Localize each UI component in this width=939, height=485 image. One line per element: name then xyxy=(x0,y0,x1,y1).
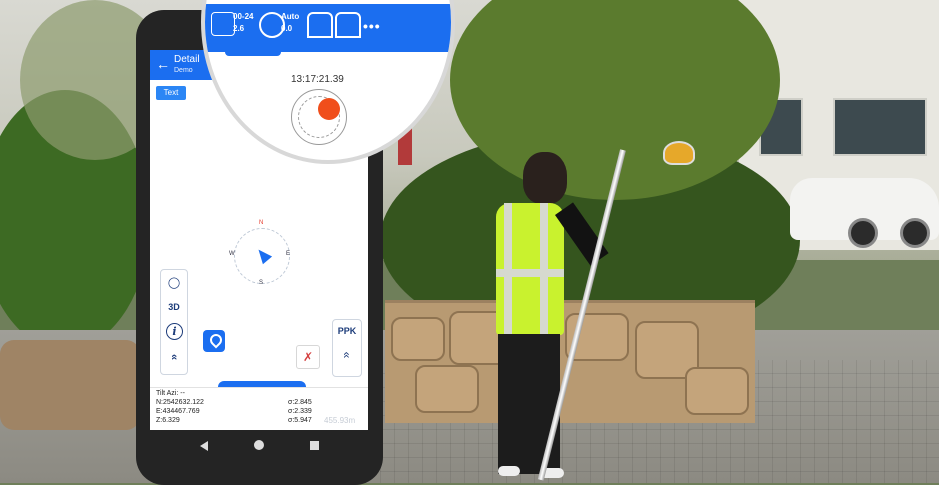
locate-pin-icon xyxy=(207,331,225,349)
sigma-n: σ:2.845 xyxy=(288,399,312,406)
compass-north: N xyxy=(259,220,264,226)
rover-antenna-status[interactable] xyxy=(335,10,361,46)
easting-value: E:434467.769 xyxy=(156,408,200,415)
person-marker-icon[interactable]: ◯ xyxy=(164,273,184,293)
stone-wall-left xyxy=(0,340,140,430)
bubble-level xyxy=(291,89,347,145)
locate-button[interactable] xyxy=(203,330,225,352)
erase-icon[interactable]: ✗ xyxy=(296,345,320,369)
page-title: Detail xyxy=(174,54,200,65)
ppk-panel: PPK « xyxy=(332,319,362,377)
height-value: Z:6.329 xyxy=(156,417,180,424)
rover-antenna-icon xyxy=(335,12,361,38)
info-icon[interactable]: i xyxy=(166,323,183,340)
compass-east: E xyxy=(286,251,291,257)
mode-status[interactable]: Auto 0.0 xyxy=(259,10,305,46)
nav-back-icon[interactable] xyxy=(200,441,208,451)
northing-value: N:2542632.122 xyxy=(156,399,204,406)
3d-view-button[interactable]: 3D xyxy=(164,297,184,317)
compass: N E S W xyxy=(229,220,291,286)
nav-home-icon[interactable] xyxy=(254,440,264,450)
distance-readout: 455.93m xyxy=(324,416,356,425)
satellite-count: 00-24 xyxy=(233,12,254,21)
base-antenna-status[interactable] xyxy=(307,10,333,46)
status-toolbar: 00-24 2.6 Auto 0.0 ••• xyxy=(205,4,451,52)
compass-needle-icon xyxy=(253,245,273,265)
stone xyxy=(685,367,749,415)
car-wheel xyxy=(848,218,878,248)
toolbar-handle xyxy=(225,52,281,56)
compass-west: W xyxy=(229,251,235,257)
mode-label: Auto xyxy=(281,12,300,21)
person-legs xyxy=(498,334,560,474)
antenna-icon xyxy=(307,12,333,38)
clock-readout: 13:17:21.39 xyxy=(291,74,344,85)
text-button[interactable]: Text xyxy=(156,86,186,100)
parked-car xyxy=(790,178,939,248)
back-arrow-icon[interactable]: ← xyxy=(156,57,170,71)
ppk-chevron-up-icon[interactable]: « xyxy=(340,341,354,369)
stone xyxy=(391,317,445,361)
safety-vest xyxy=(496,203,564,335)
satellite-pdop: 2.6 xyxy=(233,24,245,33)
gnss-receiver xyxy=(663,141,695,165)
map-tool-stack: ◯ 3D i « xyxy=(160,269,188,375)
sigma-e: σ:2.339 xyxy=(288,408,312,415)
page-dots xyxy=(251,426,269,430)
tilt-azimuth: Tilt Azi: -- xyxy=(156,390,185,397)
nav-recent-icon[interactable] xyxy=(310,441,319,450)
mode-value: 0.0 xyxy=(281,24,293,33)
bubble-dot xyxy=(318,98,340,120)
chevron-up-icon[interactable]: « xyxy=(164,347,184,367)
stone xyxy=(415,365,479,413)
person-head xyxy=(523,152,567,204)
page-subtitle: Demo xyxy=(174,67,193,74)
satellite-icon xyxy=(211,12,235,36)
sigma-z: σ:5.947 xyxy=(288,417,312,424)
compass-south: S xyxy=(259,280,264,286)
shoe xyxy=(498,466,520,476)
car-wheel xyxy=(900,218,930,248)
ppk-button[interactable]: PPK xyxy=(333,326,361,336)
window xyxy=(833,98,927,156)
satellite-status[interactable]: 00-24 2.6 xyxy=(211,10,257,46)
more-icon[interactable]: ••• xyxy=(363,18,381,34)
android-nav-bar xyxy=(150,432,368,462)
vest-stripe xyxy=(496,269,564,277)
